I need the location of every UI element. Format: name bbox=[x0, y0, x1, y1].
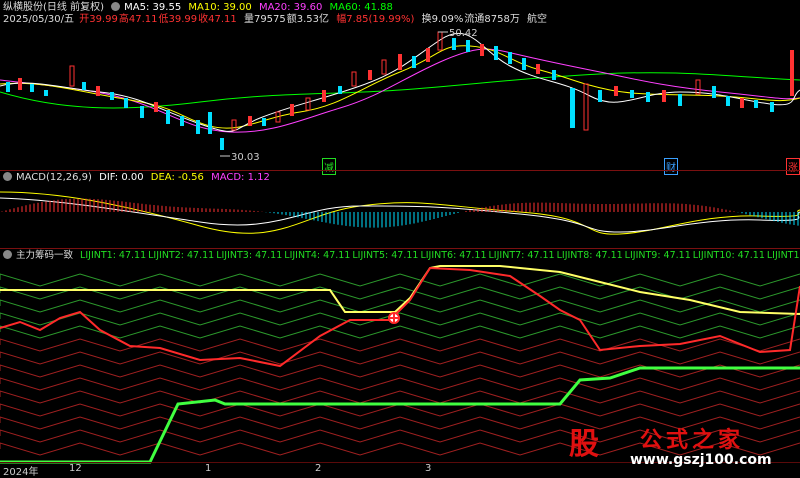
macd-header: MACD(12,26,9) DIF: 0.00 DEA: -0.56 MACD:… bbox=[3, 172, 274, 184]
time-label-dec: 12 bbox=[69, 463, 82, 474]
chip-label-9: LIJINT9: 47.11 bbox=[624, 250, 691, 261]
candles bbox=[6, 31, 794, 150]
event-reduce[interactable]: 减 bbox=[322, 158, 336, 175]
macd-dif: DIF: 0.00 bbox=[99, 172, 144, 183]
time-label-year: 2024年 bbox=[3, 467, 39, 478]
chip-label-2: LIJINT2: 47.11 bbox=[148, 250, 215, 261]
chip-band bbox=[0, 312, 800, 326]
high-marker: 50.42 bbox=[449, 28, 478, 39]
time-label-feb: 2 bbox=[315, 463, 322, 474]
low-marker: 30.03 bbox=[231, 152, 260, 163]
watermark-url: www.gszj100.com bbox=[630, 452, 772, 468]
chip-band bbox=[0, 390, 800, 404]
chip-band bbox=[0, 403, 800, 417]
chip-label-4: LIJINT4: 47.11 bbox=[284, 250, 351, 261]
separator-macd bbox=[0, 170, 800, 171]
macd-title[interactable]: MACD(12,26,9) bbox=[16, 172, 92, 183]
price-chart[interactable] bbox=[0, 0, 800, 474]
settings-icon[interactable] bbox=[3, 172, 12, 181]
time-label-mar: 3 bbox=[425, 463, 432, 474]
macd-chart bbox=[0, 191, 800, 235]
watermark-name: 公式之家 bbox=[640, 428, 745, 453]
chip-label-10: LIJINT10: 47.11 bbox=[692, 250, 765, 261]
event-finance[interactable]: 财 bbox=[664, 158, 678, 175]
chip-band bbox=[0, 286, 800, 300]
chip-label-3: LIJINT3: 47.11 bbox=[216, 250, 283, 261]
watermark-logo: 股 bbox=[569, 427, 599, 462]
chip-label-5: LIJINT5: 47.11 bbox=[352, 250, 419, 261]
macd-dea: DEA: -0.56 bbox=[150, 172, 204, 183]
chip-label-1: LIJINT1: 47.11 bbox=[80, 250, 147, 261]
chip-label-8: LIJINT8: 47.11 bbox=[556, 250, 623, 261]
chip-band bbox=[0, 273, 800, 287]
time-label-jan: 1 bbox=[205, 463, 212, 474]
chip-band bbox=[0, 377, 800, 391]
settings-icon[interactable] bbox=[3, 250, 12, 259]
chip-label-7: LIJINT7: 47.11 bbox=[488, 250, 555, 261]
chip-label-6: LIJINT6: 47.11 bbox=[420, 250, 487, 261]
separator-chip bbox=[0, 248, 800, 249]
macd-value: MACD: 1.12 bbox=[211, 172, 270, 183]
chip-header: 主力筹码一致 LIJINT1: 47.11 LIJINT2: 47.11 LIJIN… bbox=[3, 250, 800, 262]
chip-title[interactable]: 主力筹码一致 bbox=[16, 250, 73, 261]
chip-band bbox=[0, 325, 800, 339]
chip-band bbox=[0, 351, 800, 365]
event-limit-up[interactable]: 涨 bbox=[786, 158, 800, 175]
chip-label-11: LIJINT11: 47 bbox=[766, 250, 800, 261]
